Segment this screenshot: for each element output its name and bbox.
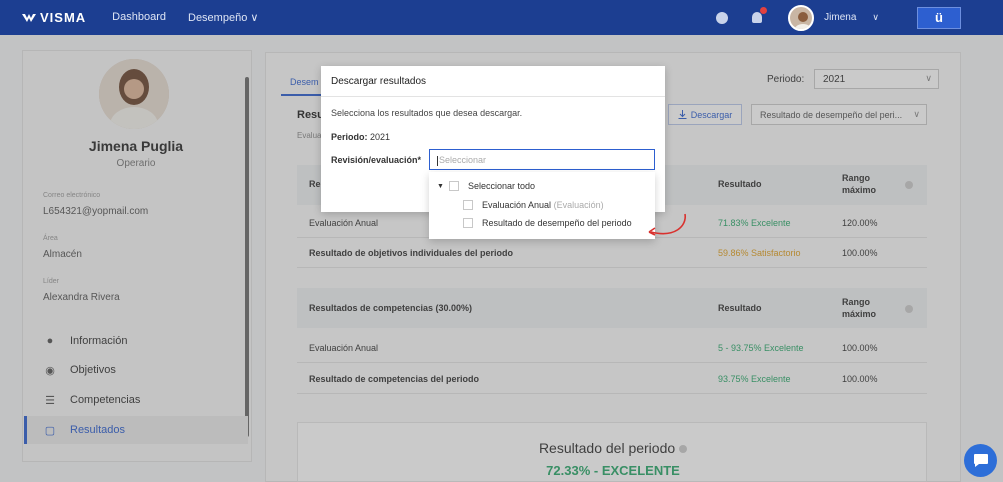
option-evaluacion-anual[interactable]: Evaluación Anual (Evaluación)	[463, 200, 604, 210]
notification-badge	[760, 7, 768, 14]
revision-dropdown: ▼ Seleccionar todo Evaluación Anual (Eva…	[429, 172, 655, 239]
notification-bell-icon[interactable]	[752, 7, 768, 23]
modal-period-label: Periodo:	[331, 132, 368, 142]
user-avatar[interactable]	[788, 4, 815, 31]
chevron-down-icon: ∨	[250, 12, 259, 24]
user-menu-chevron-icon[interactable]: ∨	[872, 12, 879, 23]
chat-icon	[973, 454, 988, 467]
app-launcher-button[interactable]: ü	[917, 6, 961, 29]
nav-desempeno-label: Desempeño	[188, 12, 248, 24]
revision-select-input[interactable]: Seleccionar	[429, 149, 655, 170]
caret-down-icon: ▼	[437, 182, 444, 190]
nav-dashboard[interactable]: Dashboard	[112, 11, 166, 24]
text-caret	[437, 155, 438, 166]
annotation-arrow-icon	[648, 213, 686, 236]
modal-period-value: 2021	[370, 132, 391, 142]
modal-description: Selecciona los resultados que desea desc…	[331, 108, 523, 118]
top-navigation-bar: VISMA Dashboard Desempeño ∨ Jimena ∨ ü	[0, 0, 1003, 35]
help-icon[interactable]	[716, 11, 729, 24]
nav-desempeno[interactable]: Desempeño ∨	[188, 11, 258, 24]
checkbox[interactable]	[448, 181, 459, 191]
modal-title: Descargar resultados	[321, 66, 665, 97]
chat-support-button[interactable]	[964, 444, 997, 477]
revision-placeholder: Seleccionar	[439, 155, 487, 165]
option-label: Seleccionar todo	[467, 181, 535, 191]
visma-logo[interactable]: VISMA	[22, 10, 86, 25]
option-resultado-desempeno[interactable]: Resultado de desempeño del periodo	[463, 218, 632, 228]
brand-name: VISMA	[40, 10, 87, 25]
option-label: Evaluación Anual	[482, 200, 552, 210]
visma-logo-icon	[22, 13, 36, 22]
option-sublabel: (Evaluación)	[553, 200, 604, 210]
checkbox[interactable]	[463, 218, 473, 228]
option-select-all[interactable]: ▼ Seleccionar todo	[437, 181, 535, 191]
option-label: Resultado de desempeño del periodo	[482, 218, 632, 228]
checkbox[interactable]	[463, 200, 473, 210]
user-name[interactable]: Jimena	[824, 12, 856, 23]
modal-period: Periodo: 2021	[331, 132, 390, 142]
revision-label: Revisión/evaluación*	[331, 155, 422, 165]
